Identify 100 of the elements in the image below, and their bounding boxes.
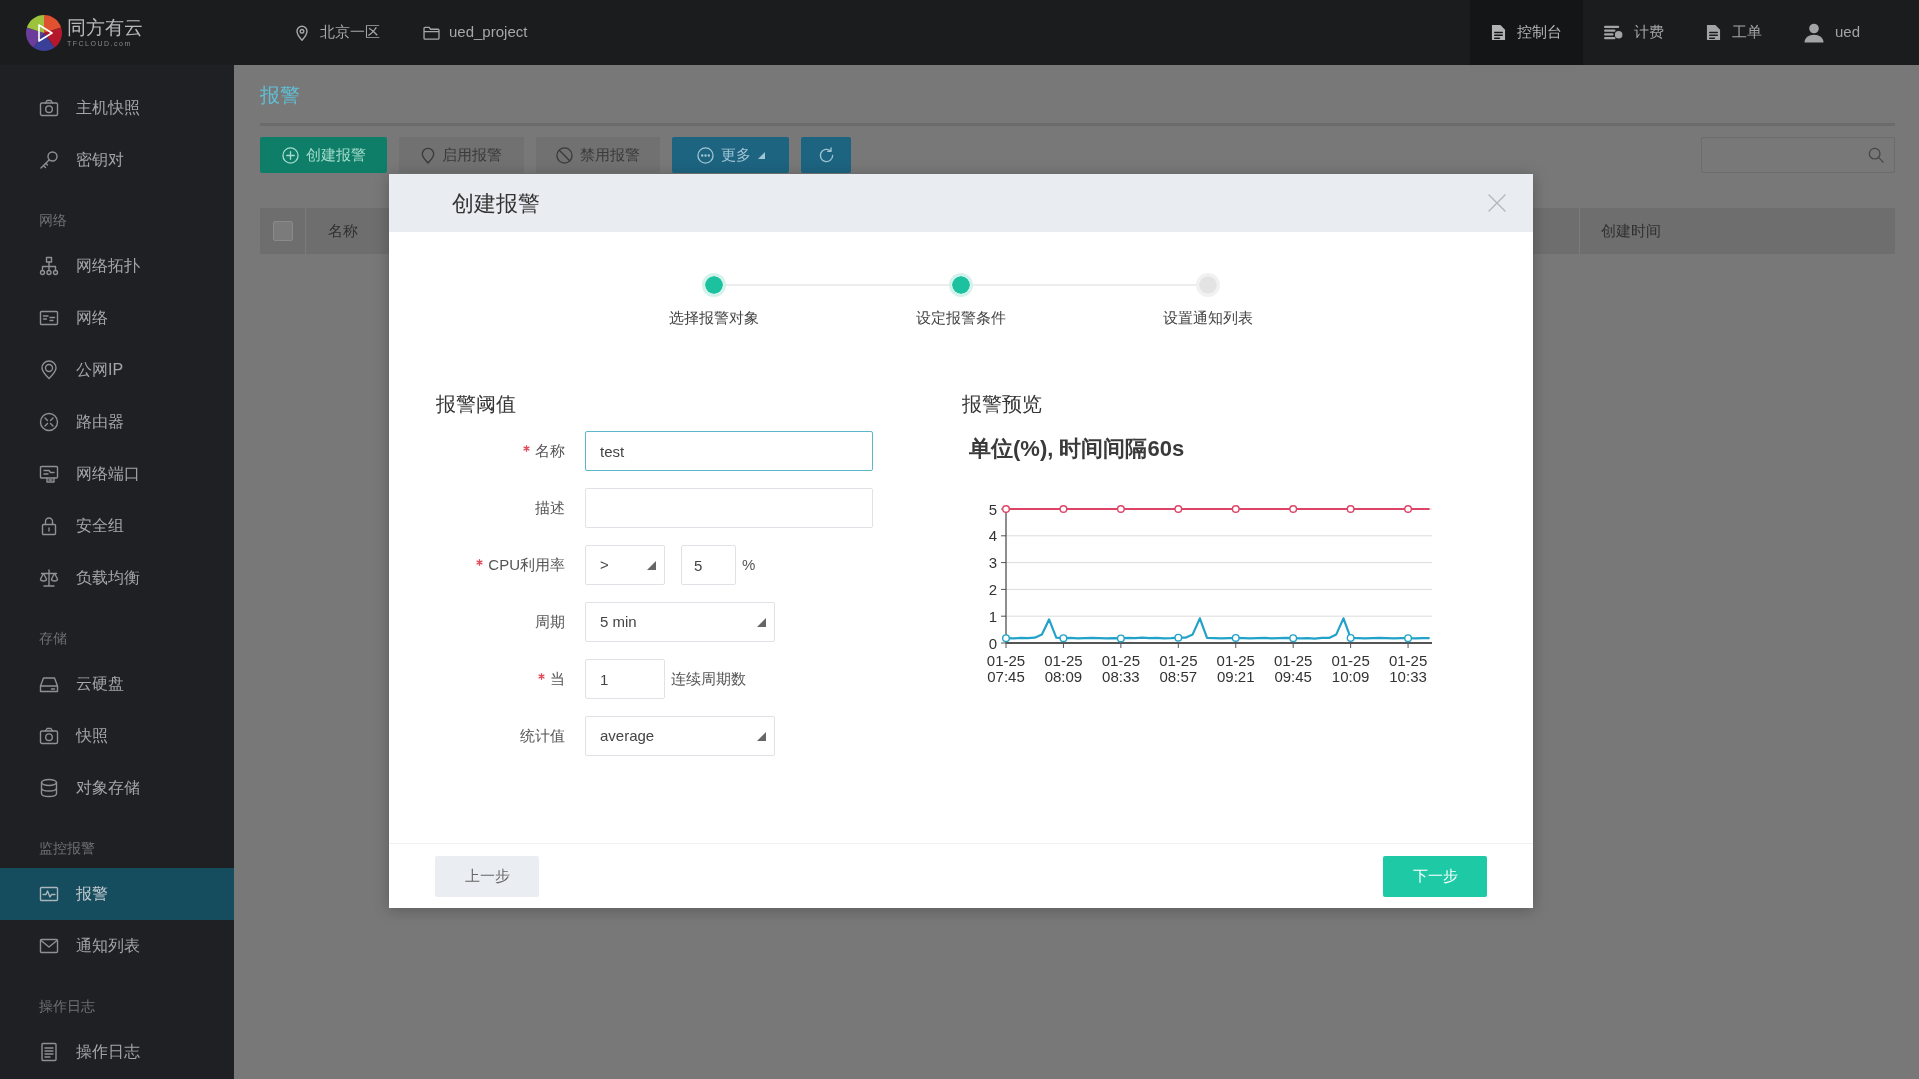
step-label: 设置通知列表 <box>1163 308 1253 328</box>
nav-item[interactable]: 计费 <box>1582 0 1685 65</box>
select-field[interactable]: > <box>585 545 665 585</box>
nav-item[interactable]: 控制台 <box>1469 0 1583 65</box>
sidebar-item[interactable]: 报警 <box>0 868 234 920</box>
sidebar-item[interactable]: 快照 <box>0 710 234 762</box>
section-heading: 网络 <box>38 211 68 230</box>
user-icon <box>1803 22 1824 43</box>
data-point <box>1404 505 1413 513</box>
nav-item[interactable]: 工单 <box>1684 0 1783 65</box>
map-pin-icon <box>39 360 59 380</box>
field-suffix: 连续周期数 <box>671 668 746 689</box>
refresh-button[interactable] <box>801 137 851 173</box>
sidebar-item[interactable]: 密钥对 <box>0 134 234 186</box>
camera-icon <box>39 98 59 118</box>
column-header: 名称 <box>327 220 359 241</box>
data-point <box>1289 634 1298 643</box>
caret-icon <box>647 560 656 570</box>
data-point <box>1231 505 1240 513</box>
document-icon <box>1490 24 1506 41</box>
close-icon <box>1488 194 1506 212</box>
field-label: 名称 <box>535 440 565 461</box>
axis-label: 01-25 09:45 <box>1274 652 1313 685</box>
section-title: 报警阈值 <box>436 392 517 417</box>
sidebar-item[interactable]: 网络拓扑 <box>0 240 234 292</box>
field-label: 统计值 <box>520 725 565 746</box>
axis-label: 01-25 08:09 <box>1044 652 1083 685</box>
router-icon <box>39 412 59 432</box>
scale-icon <box>39 568 59 588</box>
dialog-title: 创建报警 <box>452 189 540 218</box>
data-point <box>1059 505 1068 513</box>
caret-icon <box>757 617 766 627</box>
data-point <box>1059 634 1068 643</box>
plus-circle-icon <box>281 146 299 164</box>
sidebar-item[interactable]: 通知列表 <box>0 920 234 972</box>
hierarchy-icon <box>39 256 59 276</box>
axis-label: 01-25 08:33 <box>1101 652 1141 685</box>
unit-label: % <box>742 554 756 575</box>
sidebar-item[interactable]: 网络 <box>0 292 234 344</box>
map-pin-icon <box>296 24 308 41</box>
nav-item[interactable]: ued <box>1782 0 1881 65</box>
input-field[interactable]: test <box>585 431 873 471</box>
document-icon <box>1705 24 1721 41</box>
axis-label: 0 <box>988 634 997 652</box>
caret-icon <box>757 151 765 159</box>
input-field[interactable] <box>585 488 873 528</box>
data-point <box>1346 505 1355 513</box>
search-icon <box>1868 147 1884 163</box>
page-title: 报警 <box>260 83 301 108</box>
data-point <box>1346 633 1355 642</box>
sidebar-item[interactable]: 网络端口 <box>0 448 234 500</box>
monitor-icon <box>39 464 59 484</box>
map-pin-icon <box>421 146 435 164</box>
search-field[interactable] <box>1701 137 1895 173</box>
sidebar-item[interactable]: 安全组 <box>0 500 234 552</box>
chart-title: 单位(%), 时间间隔60s <box>968 435 1185 463</box>
axis-label: 2 <box>988 580 997 598</box>
data-point <box>1002 505 1010 513</box>
sidebar-item[interactable]: 路由器 <box>0 396 234 448</box>
sidebar-item[interactable]: 负载均衡 <box>0 552 234 604</box>
select-field[interactable]: 5 min <box>585 602 775 642</box>
section-heading: 操作日志 <box>38 997 96 1016</box>
region-selector[interactable]: 北京一区 <box>296 21 380 44</box>
axis-label: 01-25 07:45 <box>986 652 1026 685</box>
section-heading: 存储 <box>38 629 68 648</box>
data-point <box>1002 634 1010 643</box>
sidebar-item[interactable]: 主机快照 <box>0 82 234 134</box>
sidebar-item[interactable]: 云硬盘 <box>0 658 234 710</box>
toolbar-button[interactable]: 更多 <box>672 137 789 173</box>
sidebar-item[interactable]: 操作日志 <box>0 1026 234 1078</box>
field-label: 描述 <box>535 497 565 518</box>
field-label: CPU利用率 <box>488 554 565 575</box>
sidebar-item[interactable]: 公网IP <box>0 344 234 396</box>
section-heading: 监控报警 <box>38 839 96 858</box>
axis-label: 5 <box>988 500 997 518</box>
key-icon <box>39 150 59 170</box>
axis-label: 01-25 09:21 <box>1216 652 1255 685</box>
lock-icon <box>39 516 59 536</box>
project-selector[interactable]: ued_project <box>423 21 528 44</box>
close-button[interactable] <box>1488 194 1506 212</box>
axis-label: 01-25 08:57 <box>1159 652 1198 685</box>
data-point <box>1404 634 1413 643</box>
ellipsis-icon <box>696 146 714 164</box>
hard-drive-icon <box>39 674 59 694</box>
section-title: 报警预览 <box>962 392 1042 417</box>
input-field[interactable]: 5 <box>681 545 736 585</box>
checkbox[interactable] <box>272 221 293 241</box>
input-field[interactable]: 1 <box>585 659 665 699</box>
folder-icon <box>423 25 440 40</box>
brand-name: 同方有云 <box>67 17 143 39</box>
axis-label: 1 <box>988 607 997 625</box>
ban-icon <box>556 146 573 164</box>
camera-icon <box>39 726 59 746</box>
list-icon <box>1603 25 1623 40</box>
data-point <box>1116 505 1125 513</box>
field-label: 周期 <box>535 611 565 632</box>
select-field[interactable]: average <box>585 716 775 756</box>
sidebar-item[interactable]: 对象存储 <box>0 762 234 814</box>
back-button[interactable]: 上一步 <box>435 855 539 897</box>
axis-label: 01-25 10:09 <box>1331 652 1370 685</box>
